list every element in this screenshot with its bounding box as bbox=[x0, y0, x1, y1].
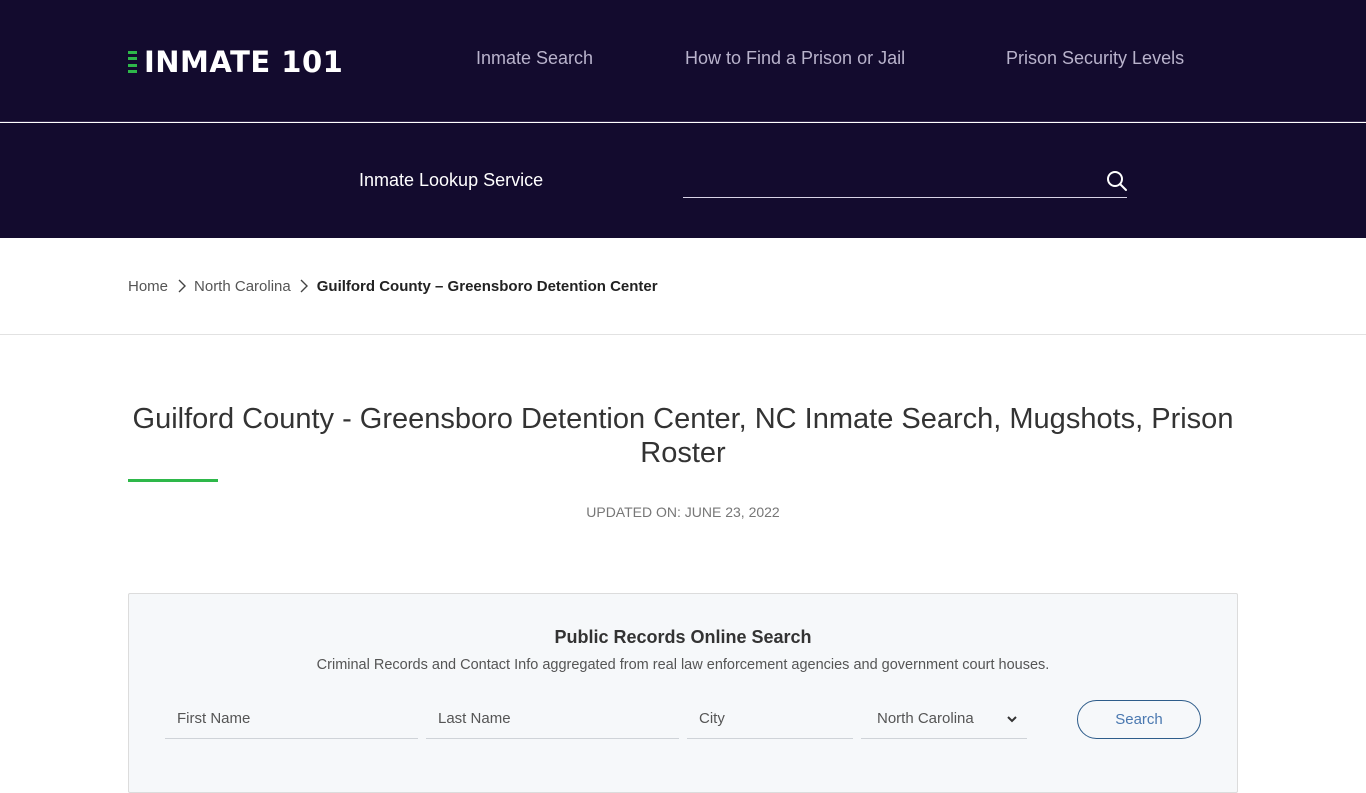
chevron-right-icon bbox=[297, 278, 311, 294]
first-name-input[interactable] bbox=[165, 698, 418, 739]
search-icon[interactable] bbox=[1105, 169, 1129, 193]
title-underline bbox=[128, 479, 218, 482]
breadcrumb: Home North Carolina Guilford County – Gr… bbox=[128, 276, 658, 296]
lookup-label: Inmate Lookup Service bbox=[359, 170, 544, 190]
public-records-search-panel: Public Records Online Search Criminal Re… bbox=[128, 593, 1238, 793]
updated-date: UPDATED ON: JUNE 23, 2022 bbox=[586, 504, 780, 520]
search-button[interactable]: Search bbox=[1077, 700, 1201, 739]
top-navbar: INMATE 101 Inmate Search How to Find a P… bbox=[0, 0, 1366, 122]
lookup-search-input[interactable] bbox=[683, 163, 1127, 198]
records-search-subtitle: Criminal Records and Contact Info aggreg… bbox=[316, 657, 1050, 673]
page-title: Guilford County - Greensboro Detention C… bbox=[132, 403, 1234, 469]
breadcrumb-current: Guilford County – Greensboro Detention C… bbox=[316, 277, 658, 295]
breadcrumb-state[interactable]: North Carolina bbox=[194, 278, 291, 295]
records-search-title: Public Records Online Search bbox=[554, 627, 812, 647]
nav-security-levels[interactable]: Prison Security Levels bbox=[1006, 48, 1184, 69]
nav-inmate-search[interactable]: Inmate Search bbox=[476, 48, 593, 69]
state-select[interactable]: North Carolina bbox=[861, 698, 1027, 739]
main-nav: Inmate Search How to Find a Prison or Ja… bbox=[0, 48, 1366, 74]
last-name-input[interactable] bbox=[426, 698, 679, 739]
nav-find-prison[interactable]: How to Find a Prison or Jail bbox=[685, 48, 905, 69]
section-divider bbox=[0, 334, 1366, 335]
breadcrumb-home[interactable]: Home bbox=[128, 278, 168, 295]
state-select-value: North Carolina bbox=[877, 709, 974, 727]
inmate-lookup-bar: Inmate Lookup Service bbox=[0, 123, 1366, 238]
chevron-right-icon bbox=[174, 278, 188, 294]
city-input[interactable] bbox=[687, 698, 853, 739]
chevron-down-icon bbox=[1007, 710, 1017, 727]
